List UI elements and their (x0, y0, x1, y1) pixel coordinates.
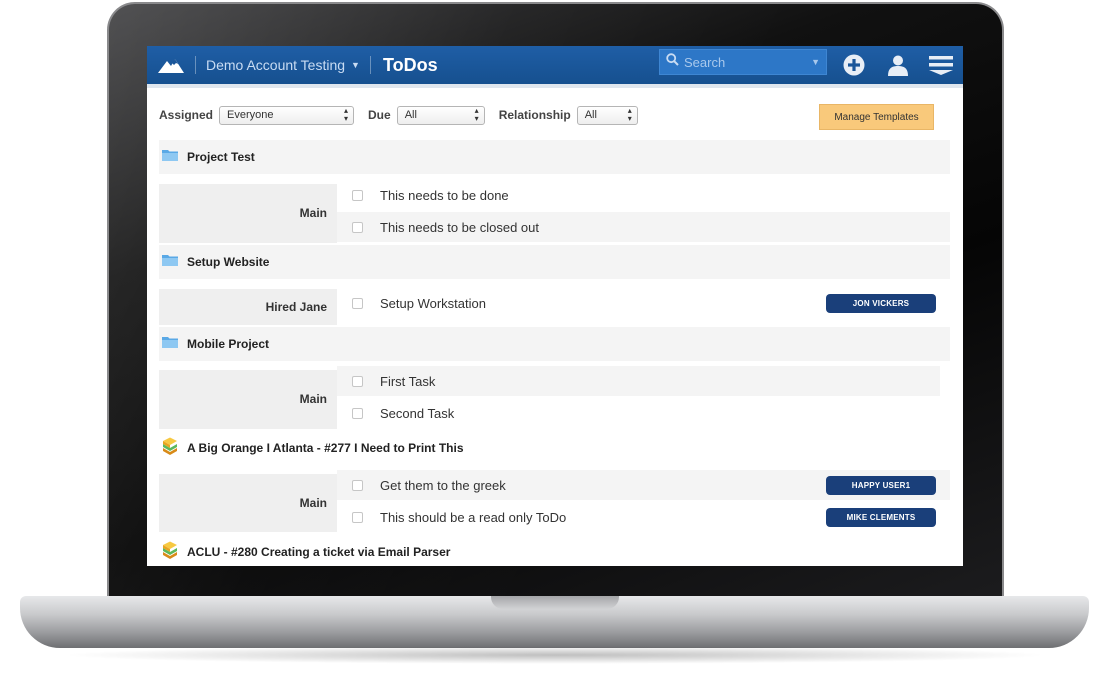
search-icon (666, 53, 679, 71)
section-label: Main (159, 184, 337, 243)
search-dropdown-icon[interactable]: ▼ (811, 57, 826, 67)
folder-icon (161, 335, 179, 354)
group-title: ACLU - #280 Creating a ticket via Email … (187, 545, 451, 559)
group-header[interactable]: Project Test (159, 140, 950, 174)
group-title: Setup Website (187, 255, 270, 269)
ticket-stack-icon (161, 541, 179, 564)
group-title: Mobile Project (187, 337, 270, 351)
todo-checkbox[interactable] (352, 297, 363, 309)
todo-text[interactable]: This needs to be done (380, 188, 509, 203)
select-arrows-icon: ▴ ▾ (344, 106, 349, 123)
assignee-badge[interactable]: MIKE CLEMENTS (826, 508, 936, 527)
group-header[interactable]: ACLU - #280 Creating a ticket via Email … (159, 535, 950, 566)
menu-icon[interactable] (926, 50, 956, 80)
todo-checkbox[interactable] (352, 479, 363, 491)
top-navigation-bar: Demo Account Testing ▼ ToDos Search ▼ (147, 46, 963, 84)
group-header[interactable]: A Big Orange I Atlanta - #277 I Need to … (159, 431, 950, 465)
app-screen: Demo Account Testing ▼ ToDos Search ▼ As… (147, 46, 963, 566)
todo-checkbox[interactable] (352, 375, 363, 387)
group-title: Project Test (187, 150, 255, 164)
assigned-label: Assigned (159, 108, 214, 122)
assigned-select[interactable]: Everyone ▴ ▾ (219, 105, 355, 125)
folder-icon (161, 148, 179, 167)
folder-icon (161, 253, 179, 272)
todo-text[interactable]: Get them to the greek (380, 478, 506, 493)
due-select[interactable]: All ▴ ▾ (396, 105, 485, 125)
assigned-value: Everyone (227, 109, 274, 121)
laptop-shadow (60, 646, 1050, 664)
todo-item: First Task (337, 366, 940, 396)
relationship-select[interactable]: All ▴ ▾ (576, 105, 638, 125)
search-input[interactable]: Search ▼ (659, 49, 827, 75)
laptop-notch (491, 596, 619, 609)
select-arrows-icon: ▴ ▾ (627, 106, 632, 123)
ticket-stack-icon (161, 437, 179, 460)
account-name: Demo Account Testing (206, 57, 346, 73)
filter-bar: Assigned Everyone ▴ ▾ Due All ▴ ▾ Relation… (159, 104, 652, 126)
page-title: ToDos (382, 54, 438, 75)
select-arrows-icon: ▴ ▾ (474, 106, 479, 123)
todo-item: This needs to be closed out (337, 212, 950, 242)
due-label: Due (368, 108, 391, 122)
group-header[interactable]: Mobile Project (159, 327, 950, 361)
mountain-logo-icon[interactable] (147, 46, 195, 84)
user-profile-icon[interactable] (883, 50, 913, 80)
todo-item: Second Task (337, 398, 940, 428)
add-icon[interactable] (839, 50, 869, 80)
relationship-value: All (584, 109, 597, 121)
assignee-badge[interactable]: JON VICKERS (826, 294, 936, 313)
todo-text[interactable]: Second Task (380, 406, 454, 421)
todo-checkbox[interactable] (352, 511, 363, 523)
group-header[interactable]: Setup Website (159, 245, 950, 279)
section-label: Main (159, 370, 337, 429)
todo-item: This needs to be done (337, 180, 950, 210)
header-underline (147, 84, 963, 88)
todo-text[interactable]: Setup Workstation (380, 296, 486, 311)
assignee-badge[interactable]: HAPPY USER1 (826, 476, 936, 495)
account-switcher[interactable]: Demo Account Testing ▼ (196, 57, 370, 73)
todo-checkbox[interactable] (352, 221, 363, 233)
todo-text[interactable]: This needs to be closed out (380, 220, 539, 235)
group-title: A Big Orange I Atlanta - #277 I Need to … (187, 441, 464, 455)
todo-checkbox[interactable] (352, 189, 363, 201)
section-label: Main (159, 474, 337, 532)
section-label: Hired Jane (159, 289, 337, 325)
manage-templates-button[interactable]: Manage Templates (819, 104, 934, 130)
caret-down-icon: ▼ (351, 60, 360, 70)
todo-text[interactable]: This should be a read only ToDo (380, 510, 566, 525)
search-placeholder: Search (684, 54, 726, 70)
todo-text[interactable]: First Task (380, 374, 435, 389)
todo-checkbox[interactable] (352, 407, 363, 419)
relationship-label: Relationship (498, 108, 571, 122)
due-value: All (404, 109, 417, 121)
